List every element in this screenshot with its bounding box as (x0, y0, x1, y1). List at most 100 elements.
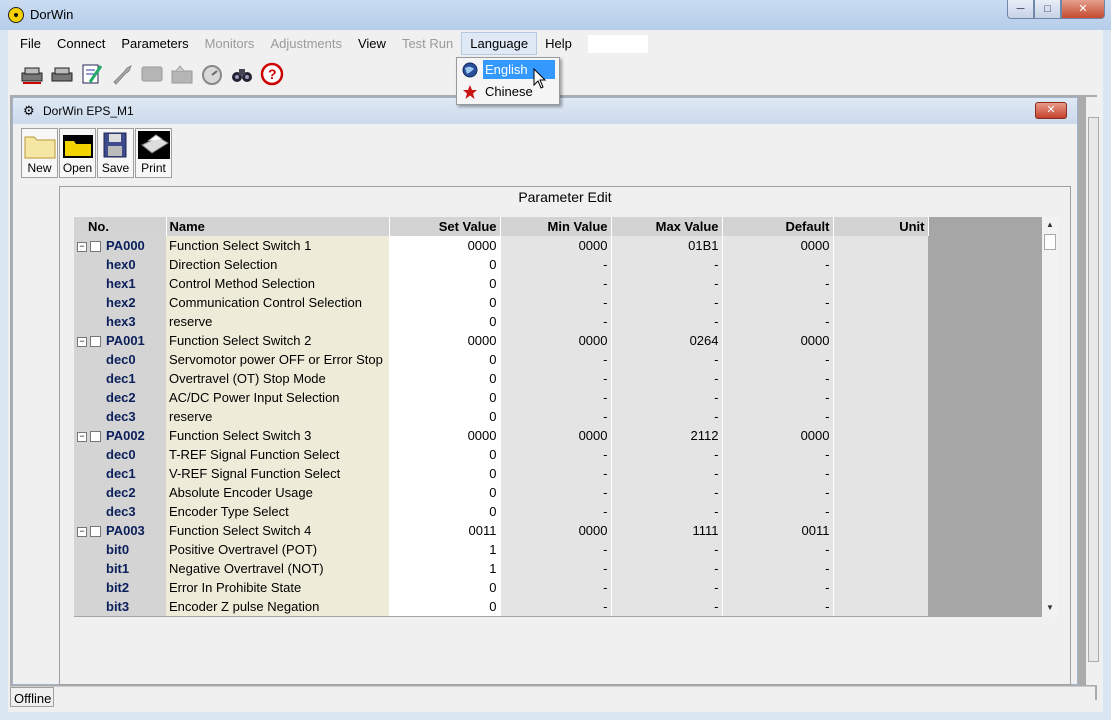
tools-icon[interactable] (168, 60, 195, 87)
set-value-cell[interactable]: 0000 (389, 331, 500, 350)
parameter-sub-row[interactable]: dec2 AC/DC Power Input Selection 0- - - (74, 388, 928, 407)
param-number-cell[interactable]: hex2 (74, 293, 166, 312)
row-checkbox[interactable] (90, 431, 101, 443)
param-number-cell[interactable]: dec3 (74, 502, 166, 521)
set-value-cell[interactable]: 0 (389, 293, 500, 312)
set-value-cell[interactable]: 0 (389, 464, 500, 483)
menu-file[interactable]: File (12, 32, 49, 56)
set-value-cell[interactable]: 0 (389, 312, 500, 331)
param-number-cell[interactable]: dec1 (74, 464, 166, 483)
set-value-cell[interactable]: 0 (389, 350, 500, 369)
parameter-sub-row[interactable]: bit0 Positive Overtravel (POT) 1- - - (74, 540, 928, 559)
menu-view[interactable]: View (350, 32, 394, 56)
maximize-button[interactable]: □ (1034, 0, 1061, 19)
minimize-button[interactable]: ─ (1007, 0, 1034, 19)
set-value-cell[interactable]: 0 (389, 597, 500, 616)
parameter-sub-row[interactable]: dec3 reserve 0- - - (74, 407, 928, 426)
child-scroll-thumb[interactable] (1088, 117, 1099, 662)
collapse-toggle-icon[interactable]: − (77, 336, 87, 347)
set-value-cell[interactable]: 0 (389, 255, 500, 274)
row-checkbox[interactable] (90, 241, 101, 253)
parameter-sub-row[interactable]: dec1 V-REF Signal Function Select 0- - - (74, 464, 928, 483)
col-min-header[interactable]: Min Value (500, 217, 612, 236)
parameter-group-row[interactable]: − PA003 Function Select Switch 4 0011 0000 11… (74, 521, 928, 540)
set-value-cell[interactable]: 0 (389, 388, 500, 407)
parameter-sub-row[interactable]: hex2 Communication Control Selection 0- - - (74, 293, 928, 312)
param-number-cell[interactable]: dec0 (74, 445, 166, 464)
param-number-cell[interactable]: dec0 (74, 350, 166, 369)
param-number-cell[interactable]: bit0 (74, 540, 166, 559)
param-number-cell[interactable]: dec1 (74, 369, 166, 388)
parameter-sub-row[interactable]: dec0 Servomotor power OFF or Error Stop 0-… (74, 350, 928, 369)
disconnect-icon[interactable] (48, 60, 75, 87)
scroll-down-arrow-icon[interactable]: ▼ (1046, 603, 1054, 612)
set-value-cell[interactable]: 0 (389, 274, 500, 293)
menu-monitors[interactable]: Monitors (197, 32, 263, 56)
collapse-toggle-icon[interactable]: − (77, 241, 87, 252)
binoculars-icon[interactable] (228, 60, 255, 87)
print-button[interactable]: Print (135, 128, 172, 178)
collapse-toggle-icon[interactable]: − (77, 526, 87, 537)
grid-scroll-thumb[interactable] (1044, 234, 1056, 250)
parameter-sub-row[interactable]: hex0 Direction Selection 0- - - (74, 255, 928, 274)
save-button[interactable]: Save (97, 128, 134, 178)
param-number-cell[interactable]: hex0 (74, 255, 166, 274)
wrench-icon[interactable] (108, 60, 135, 87)
param-number-cell[interactable]: − PA002 (74, 426, 166, 445)
parameter-sub-row[interactable]: dec0 T-REF Signal Function Select 0- - - (74, 445, 928, 464)
set-value-cell[interactable]: 0 (389, 483, 500, 502)
set-value-cell[interactable]: 0 (389, 578, 500, 597)
row-checkbox[interactable] (90, 526, 101, 538)
gauge-icon[interactable] (198, 60, 225, 87)
col-name-header[interactable]: Name (166, 217, 390, 236)
grid-vertical-scrollbar[interactable]: ▲ ▼ (1042, 217, 1058, 617)
set-value-cell[interactable]: 1 (389, 540, 500, 559)
close-button[interactable]: ✕ (1061, 0, 1105, 19)
param-number-cell[interactable]: hex3 (74, 312, 166, 331)
set-value-cell[interactable]: 0 (389, 407, 500, 426)
row-checkbox[interactable] (90, 336, 101, 348)
set-value-cell[interactable]: 0000 (389, 236, 500, 255)
parameter-sub-row[interactable]: bit2 Error In Prohibite State 0- - - (74, 578, 928, 597)
parameter-sub-row[interactable]: bit3 Encoder Z pulse Negation 0- - - (74, 597, 928, 616)
monitor-icon[interactable] (138, 60, 165, 87)
parameter-sub-row[interactable]: dec2 Absolute Encoder Usage 0- - - (74, 483, 928, 502)
set-value-cell[interactable]: 0 (389, 369, 500, 388)
param-number-cell[interactable]: hex1 (74, 274, 166, 293)
col-no-header[interactable]: No. (74, 217, 167, 236)
menu-language[interactable]: Language (461, 32, 538, 55)
open-button[interactable]: Open (59, 128, 96, 178)
set-value-cell[interactable]: 0011 (389, 521, 500, 540)
parameter-sub-row[interactable]: hex3 reserve 0- - - (74, 312, 928, 331)
menu-test-run[interactable]: Test Run (394, 32, 461, 56)
help-icon[interactable]: ? (258, 60, 285, 87)
param-number-cell[interactable]: dec2 (74, 388, 166, 407)
menu-help[interactable]: Help (537, 32, 580, 56)
param-number-cell[interactable]: bit2 (74, 578, 166, 597)
col-unit-header[interactable]: Unit (833, 217, 929, 236)
set-value-cell[interactable]: 0 (389, 502, 500, 521)
param-number-cell[interactable]: − PA003 (74, 521, 166, 540)
edit-params-icon[interactable] (78, 60, 105, 87)
col-set-header[interactable]: Set Value (389, 217, 501, 236)
child-close-button[interactable]: ✕ (1035, 102, 1067, 119)
param-number-cell[interactable]: bit1 (74, 559, 166, 578)
parameter-sub-row[interactable]: bit1 Negative Overtravel (NOT) 1- - - (74, 559, 928, 578)
child-window-scrollbar[interactable] (1086, 97, 1101, 685)
parameter-group-row[interactable]: − PA001 Function Select Switch 2 0000 0000 02… (74, 331, 928, 350)
param-number-cell[interactable]: bit3 (74, 597, 166, 616)
scroll-up-arrow-icon[interactable]: ▲ (1046, 220, 1054, 229)
collapse-toggle-icon[interactable]: − (77, 431, 87, 442)
parameter-sub-row[interactable]: dec1 Overtravel (OT) Stop Mode 0- - - (74, 369, 928, 388)
menu-parameters[interactable]: Parameters (113, 32, 196, 56)
set-value-cell[interactable]: 0 (389, 445, 500, 464)
menu-adjustments[interactable]: Adjustments (262, 32, 350, 56)
param-number-cell[interactable]: − PA001 (74, 331, 166, 350)
set-value-cell[interactable]: 1 (389, 559, 500, 578)
connect-icon[interactable] (18, 60, 45, 87)
param-number-cell[interactable]: dec3 (74, 407, 166, 426)
col-max-header[interactable]: Max Value (611, 217, 723, 236)
param-number-cell[interactable]: − PA000 (74, 236, 166, 255)
col-default-header[interactable]: Default (722, 217, 834, 236)
parameter-group-row[interactable]: − PA000 Function Select Switch 1 0000 0000 01… (74, 236, 928, 255)
